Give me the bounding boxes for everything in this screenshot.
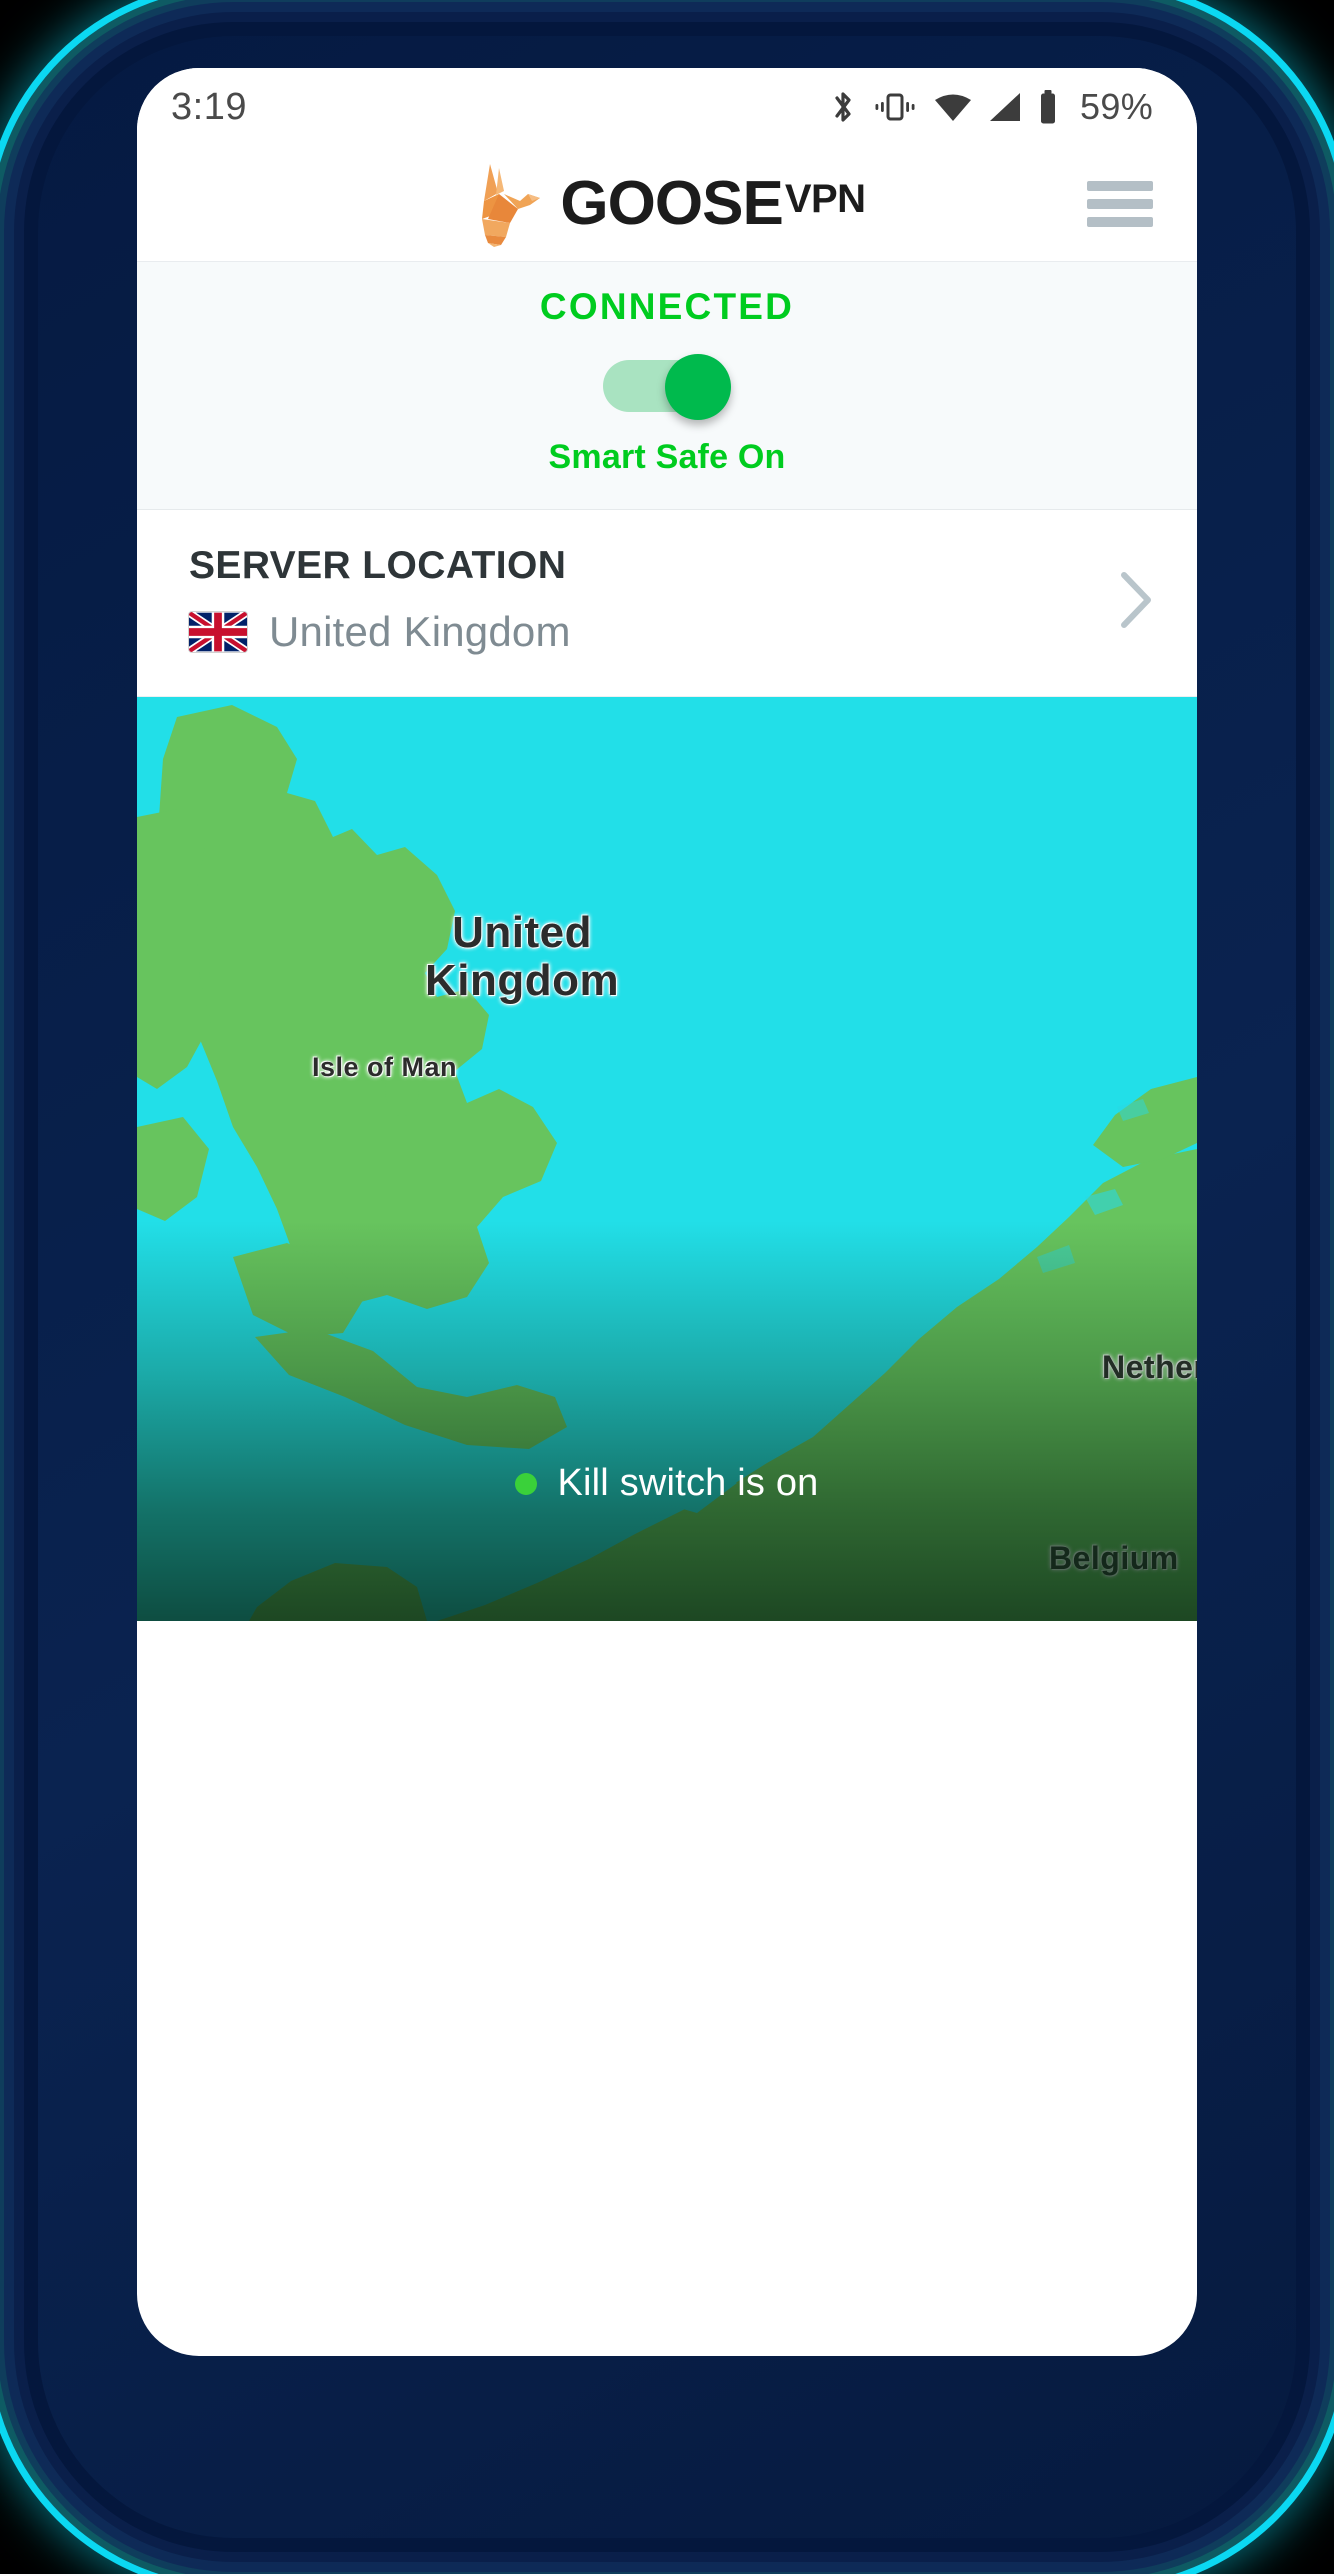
kill-switch-indicator-dot (515, 1472, 538, 1495)
united-kingdom-flag-icon (189, 612, 247, 652)
hamburger-bar (1087, 198, 1153, 209)
hamburger-bar (1087, 180, 1153, 191)
toggle-knob (665, 354, 731, 420)
battery-percentage: 59% (1080, 86, 1153, 127)
connection-status-label: CONNECTED (539, 286, 795, 327)
phone-screen: 3:19 59% GOOSE VPN CONNECTED Smart Safe … (137, 68, 1197, 2356)
vpn-toggle-container (137, 354, 1197, 420)
vpn-toggle-switch[interactable] (603, 354, 731, 420)
server-country-name: United Kingdom (269, 608, 571, 655)
kill-switch-label: Kill switch is on (557, 1462, 819, 1504)
kill-switch-status: Kill switch is on (137, 1462, 1197, 1505)
wifi-icon (934, 92, 972, 122)
brand-logo: GOOSE VPN (468, 161, 866, 247)
server-country-row: United Kingdom (189, 608, 571, 656)
server-location-row[interactable]: SERVER LOCATION United Kingdom (137, 510, 1197, 697)
server-location-info: SERVER LOCATION United Kingdom (189, 544, 571, 656)
vibrate-icon (873, 91, 917, 123)
cellular-signal-icon (989, 92, 1021, 122)
status-bar: 3:19 59% (137, 68, 1197, 146)
brand-wordmark: GOOSE VPN (560, 168, 866, 239)
battery-icon (1038, 90, 1058, 124)
chevron-right-icon[interactable] (1119, 571, 1153, 629)
bluetooth-icon (830, 88, 856, 126)
status-bar-icons: 59% (830, 86, 1153, 128)
app-header: GOOSE VPN (137, 146, 1197, 262)
server-location-heading: SERVER LOCATION (189, 544, 567, 587)
brand-name-secondary: VPN (784, 177, 866, 221)
smart-safe-label: Smart Safe On (548, 438, 786, 476)
server-location-map[interactable]: United Kingdom Isle of Man Netherlands B… (137, 697, 1197, 1621)
status-bar-clock: 3:19 (171, 85, 247, 128)
goose-logo-icon (482, 163, 541, 247)
hamburger-menu-icon[interactable] (1087, 180, 1153, 227)
connection-status-panel: CONNECTED Smart Safe On (137, 262, 1197, 510)
hamburger-bar (1087, 216, 1153, 227)
brand-name-primary: GOOSE (560, 169, 783, 238)
